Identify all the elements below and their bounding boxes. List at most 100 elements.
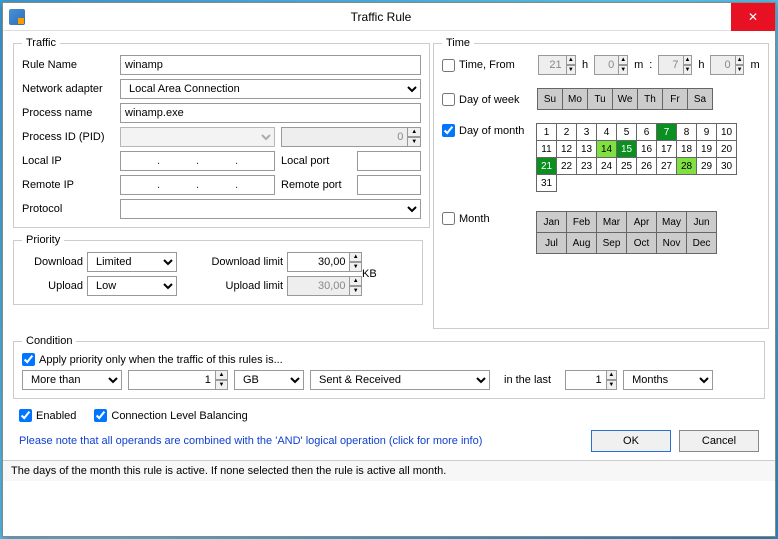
upload-limit-input	[287, 276, 350, 296]
day-cell[interactable]: 2	[556, 123, 577, 141]
cond-unit-select[interactable]: GB	[234, 370, 304, 390]
cond-period-unit-select[interactable]: Months	[623, 370, 713, 390]
cond-operator-select[interactable]: More than	[22, 370, 122, 390]
cond-direction-select[interactable]: Sent & Received	[310, 370, 490, 390]
cancel-button[interactable]: Cancel	[679, 430, 759, 452]
day-cell[interactable]: 18	[676, 140, 697, 158]
close-button[interactable]: ✕	[731, 3, 775, 31]
month-cell[interactable]: Dec	[686, 232, 717, 254]
month-checkbox[interactable]	[442, 212, 455, 225]
month-cell[interactable]: Jun	[686, 211, 717, 233]
day-cell[interactable]: 12	[556, 140, 577, 158]
clb-checkbox[interactable]	[94, 409, 107, 422]
protocol-select[interactable]	[120, 199, 421, 219]
spin-up-icon: ▲	[736, 55, 745, 65]
dow-cell[interactable]: Th	[637, 88, 663, 110]
day-cell[interactable]: 5	[616, 123, 637, 141]
day-cell[interactable]: 22	[556, 157, 577, 175]
apply-priority-checkbox[interactable]	[22, 353, 35, 366]
day-cell[interactable]: 28	[676, 157, 697, 175]
m-suffix: m	[750, 59, 759, 71]
kb-unit: KB	[362, 268, 387, 280]
day-cell[interactable]: 31	[536, 174, 557, 192]
spin-up-icon[interactable]: ▲	[607, 370, 618, 380]
time-legend: Time	[442, 37, 474, 49]
day-cell[interactable]: 26	[636, 157, 657, 175]
dow-cell[interactable]: Mo	[562, 88, 588, 110]
remote-ip-input[interactable]: ...	[120, 175, 275, 195]
dow-cell[interactable]: Fr	[662, 88, 688, 110]
month-cell[interactable]: Jul	[536, 232, 567, 254]
day-cell[interactable]: 1	[536, 123, 557, 141]
remote-port-input[interactable]	[357, 175, 421, 195]
priority-legend: Priority	[22, 234, 64, 246]
enabled-checkbox[interactable]	[19, 409, 32, 422]
month-cell[interactable]: May	[656, 211, 687, 233]
download-select[interactable]: Limited	[87, 252, 177, 272]
spin-down-icon: ▼	[684, 65, 693, 75]
spin-down-icon[interactable]: ▼	[350, 262, 362, 272]
dow-cell[interactable]: Tu	[587, 88, 613, 110]
note-link[interactable]: Please note that all operands are combin…	[19, 435, 482, 447]
day-cell[interactable]: 17	[656, 140, 677, 158]
day-cell[interactable]: 9	[696, 123, 717, 141]
dow-cell[interactable]: Su	[537, 88, 563, 110]
day-cell[interactable]: 19	[696, 140, 717, 158]
day-cell[interactable]: 29	[696, 157, 717, 175]
condition-legend: Condition	[22, 335, 76, 347]
month-cell[interactable]: Oct	[626, 232, 657, 254]
day-cell[interactable]: 14	[596, 140, 617, 158]
month-cell[interactable]: Nov	[656, 232, 687, 254]
day-cell[interactable]: 8	[676, 123, 697, 141]
dow-cell[interactable]: Sa	[687, 88, 713, 110]
month-cell[interactable]: Jan	[536, 211, 567, 233]
day-cell[interactable]: 11	[536, 140, 557, 158]
spin-up-icon[interactable]: ▲	[216, 370, 228, 380]
month-cell[interactable]: Sep	[596, 232, 627, 254]
day-cell[interactable]: 27	[656, 157, 677, 175]
day-cell[interactable]: 21	[536, 157, 557, 175]
condition-fieldset: Condition Apply priority only when the t…	[13, 335, 765, 399]
day-cell[interactable]: 15	[616, 140, 637, 158]
day-cell[interactable]: 24	[596, 157, 617, 175]
remote-port-label: Remote port	[281, 179, 351, 191]
day-cell[interactable]: 13	[576, 140, 597, 158]
month-cell[interactable]: Apr	[626, 211, 657, 233]
download-limit-input[interactable]	[287, 252, 350, 272]
day-cell[interactable]: 7	[656, 123, 677, 141]
month-cell[interactable]: Feb	[566, 211, 597, 233]
remote-ip-label: Remote IP	[22, 179, 120, 191]
dow-checkbox[interactable]	[442, 93, 455, 106]
dialog-content: Traffic Rule Name Network adapter Local …	[3, 31, 775, 460]
day-cell[interactable]: 23	[576, 157, 597, 175]
time-from-checkbox[interactable]	[442, 59, 455, 72]
day-cell[interactable]: 20	[716, 140, 737, 158]
network-adapter-label: Network adapter	[22, 83, 120, 95]
day-cell[interactable]: 25	[616, 157, 637, 175]
rule-name-input[interactable]	[120, 55, 421, 75]
network-adapter-select[interactable]: Local Area Connection	[120, 79, 421, 99]
cond-amount-input[interactable]	[128, 370, 216, 390]
local-ip-input[interactable]: ...	[120, 151, 275, 171]
month-cell[interactable]: Aug	[566, 232, 597, 254]
day-cell[interactable]: 16	[636, 140, 657, 158]
dow-cell[interactable]: We	[612, 88, 638, 110]
day-cell[interactable]: 3	[576, 123, 597, 141]
day-cell[interactable]: 4	[596, 123, 617, 141]
traffic-fieldset: Traffic Rule Name Network adapter Local …	[13, 37, 430, 228]
upload-select[interactable]: Low	[87, 276, 177, 296]
spin-down-icon[interactable]: ▼	[607, 380, 618, 390]
process-id-select	[120, 127, 275, 147]
day-cell[interactable]: 6	[636, 123, 657, 141]
download-limit-label: Download limit	[207, 256, 287, 268]
day-cell[interactable]: 30	[716, 157, 737, 175]
month-cell[interactable]: Mar	[596, 211, 627, 233]
day-cell[interactable]: 10	[716, 123, 737, 141]
local-port-input[interactable]	[357, 151, 421, 171]
spin-up-icon[interactable]: ▲	[350, 252, 362, 262]
process-name-input[interactable]	[120, 103, 421, 123]
cond-period-amount-input[interactable]	[565, 370, 607, 390]
dom-checkbox[interactable]	[442, 124, 455, 137]
ok-button[interactable]: OK	[591, 430, 671, 452]
spin-down-icon[interactable]: ▼	[216, 380, 228, 390]
